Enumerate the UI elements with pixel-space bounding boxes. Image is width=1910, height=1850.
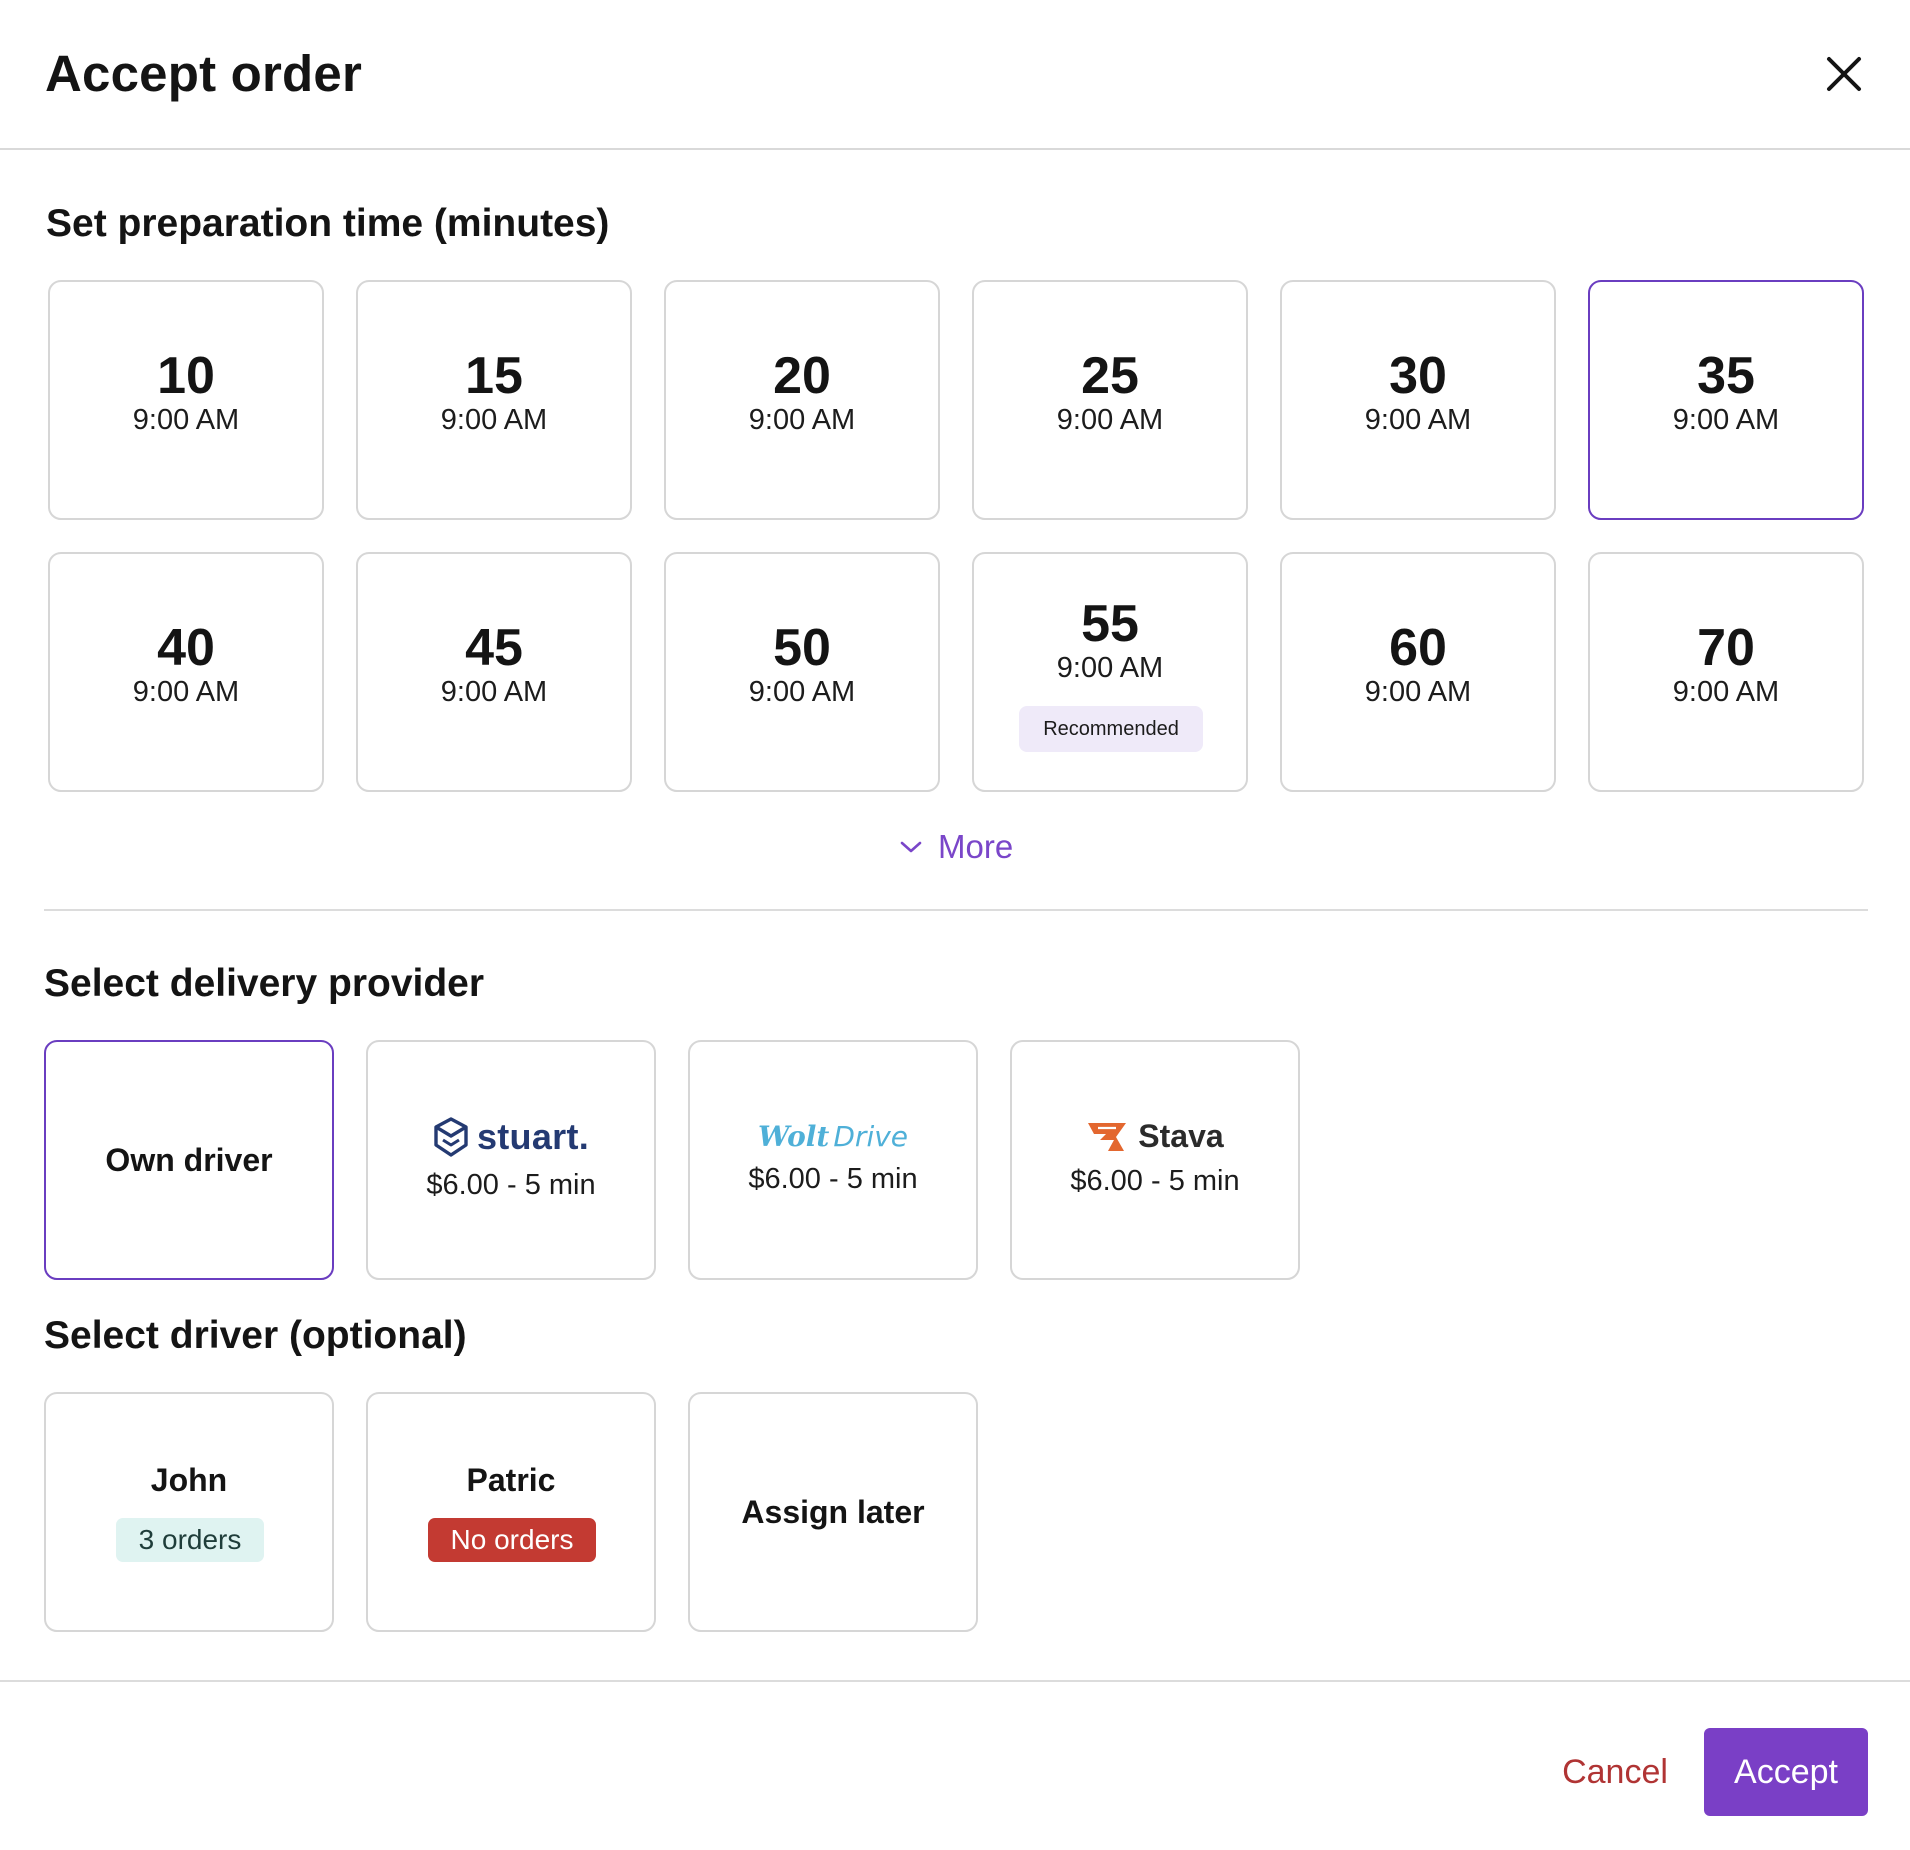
prep-minutes: 15 (465, 347, 523, 405)
prep-option-10[interactable]: 10 9:00 AM (48, 280, 324, 520)
prep-time-title: Set preparation time (minutes) (46, 202, 610, 245)
provider-own-driver[interactable]: Own driver (44, 1040, 334, 1280)
dialog-title: Accept order (45, 45, 362, 102)
provider-stuart[interactable]: stuart. $6.00 - 5 min (366, 1040, 656, 1280)
prep-option-50[interactable]: 50 9:00 AM (664, 552, 940, 792)
prep-ready-time: 9:00 AM (748, 404, 856, 436)
prep-ready-time: 9:00 AM (748, 676, 856, 708)
more-label: More (938, 828, 1014, 865)
close-button[interactable] (1820, 50, 1868, 98)
driver-name: Assign later (741, 1494, 925, 1530)
prep-option-35[interactable]: 35 9:00 AM (1588, 280, 1864, 520)
stava-logo: Stava (1012, 1118, 1298, 1155)
provider-price: $6.00 - 5 min (1070, 1165, 1240, 1197)
prep-option-70[interactable]: 70 9:00 AM (1588, 552, 1864, 792)
prep-ready-time: 9:00 AM (1672, 404, 1780, 436)
prep-ready-time: 9:00 AM (1364, 404, 1472, 436)
recommended-badge: Recommended (1019, 706, 1203, 752)
driver-orders-badge: No orders (428, 1518, 596, 1562)
delivery-provider-title: Select delivery provider (44, 962, 485, 1005)
prep-option-45[interactable]: 45 9:00 AM (356, 552, 632, 792)
section-divider (44, 909, 1868, 911)
prep-option-55[interactable]: 55 9:00 AM Recommended (972, 552, 1248, 792)
prep-minutes: 10 (157, 347, 215, 405)
prep-minutes: 20 (773, 347, 831, 405)
driver-patric[interactable]: Patric No orders (366, 1392, 656, 1632)
provider-stava[interactable]: Stava $6.00 - 5 min (1010, 1040, 1300, 1280)
prep-ready-time: 9:00 AM (1364, 676, 1472, 708)
prep-minutes: 30 (1389, 347, 1447, 405)
prep-ready-time: 9:00 AM (1056, 404, 1164, 436)
prep-option-40[interactable]: 40 9:00 AM (48, 552, 324, 792)
driver-name: Patric (466, 1462, 556, 1498)
stuart-logo-icon (434, 1117, 468, 1157)
provider-label: Own driver (105, 1142, 273, 1178)
provider-wolt-drive[interactable]: Wolt Drive $6.00 - 5 min (688, 1040, 978, 1280)
prep-minutes: 35 (1697, 347, 1755, 405)
provider-price: $6.00 - 5 min (748, 1163, 918, 1195)
prep-minutes: 50 (773, 619, 831, 677)
stava-logo-icon (1088, 1122, 1127, 1151)
prep-ready-time: 9:00 AM (132, 404, 240, 436)
close-icon (1827, 57, 1861, 91)
prep-minutes: 25 (1081, 347, 1139, 405)
prep-minutes: 45 (465, 619, 523, 677)
wolt-drive-logo: Wolt Drive (690, 1120, 976, 1153)
accept-button[interactable]: Accept (1704, 1728, 1868, 1816)
footer-divider (0, 1680, 1910, 1682)
prep-minutes: 55 (1081, 595, 1139, 653)
stava-logo-text: Stava (1138, 1118, 1224, 1154)
chevron-down-icon (900, 841, 922, 853)
prep-minutes: 40 (157, 619, 215, 677)
dialog-header: Accept order (0, 0, 1910, 150)
prep-ready-time: 9:00 AM (1672, 676, 1780, 708)
stuart-logo-text: stuart. (476, 1116, 590, 1157)
more-button[interactable]: More (900, 823, 1013, 871)
prep-option-30[interactable]: 30 9:00 AM (1280, 280, 1556, 520)
stuart-logo: stuart. (368, 1116, 654, 1158)
provider-price: $6.00 - 5 min (426, 1169, 596, 1201)
accept-order-dialog: Accept order Set preparation time (minut… (0, 0, 1910, 1850)
prep-ready-time: 9:00 AM (440, 404, 548, 436)
prep-ready-time: 9:00 AM (132, 676, 240, 708)
driver-orders-badge: 3 orders (116, 1518, 264, 1562)
prep-ready-time: 9:00 AM (1056, 652, 1164, 684)
prep-minutes: 70 (1697, 619, 1755, 677)
prep-option-20[interactable]: 20 9:00 AM (664, 280, 940, 520)
driver-john[interactable]: John 3 orders (44, 1392, 334, 1632)
wolt-logo-text: Wolt (757, 1120, 830, 1153)
driver-name: John (150, 1462, 228, 1498)
select-driver-title: Select driver (optional) (44, 1314, 467, 1357)
prep-minutes: 60 (1389, 619, 1447, 677)
prep-ready-time: 9:00 AM (440, 676, 548, 708)
wolt-drive-logo-text: Drive (833, 1120, 909, 1153)
cancel-button[interactable]: Cancel (1550, 1728, 1680, 1816)
prep-option-60[interactable]: 60 9:00 AM (1280, 552, 1556, 792)
prep-option-15[interactable]: 15 9:00 AM (356, 280, 632, 520)
driver-assign-later[interactable]: Assign later (688, 1392, 978, 1632)
prep-option-25[interactable]: 25 9:00 AM (972, 280, 1248, 520)
